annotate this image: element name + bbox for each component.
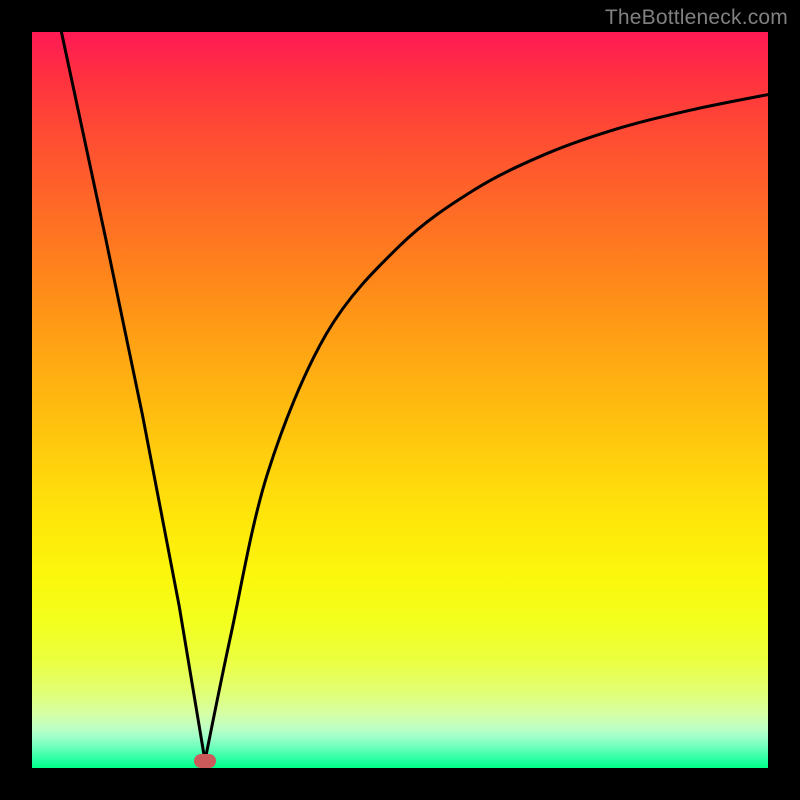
curve-right-branch — [205, 95, 768, 761]
curve-left-branch — [61, 32, 205, 761]
plot-border-bottom — [0, 768, 800, 800]
optimum-marker — [194, 754, 216, 768]
chart-root: TheBottleneck.com — [0, 0, 800, 800]
plot-border-left — [0, 0, 32, 800]
plot-border-right — [768, 0, 800, 800]
watermark-text: TheBottleneck.com — [605, 6, 788, 30]
bottleneck-curve — [32, 32, 768, 768]
